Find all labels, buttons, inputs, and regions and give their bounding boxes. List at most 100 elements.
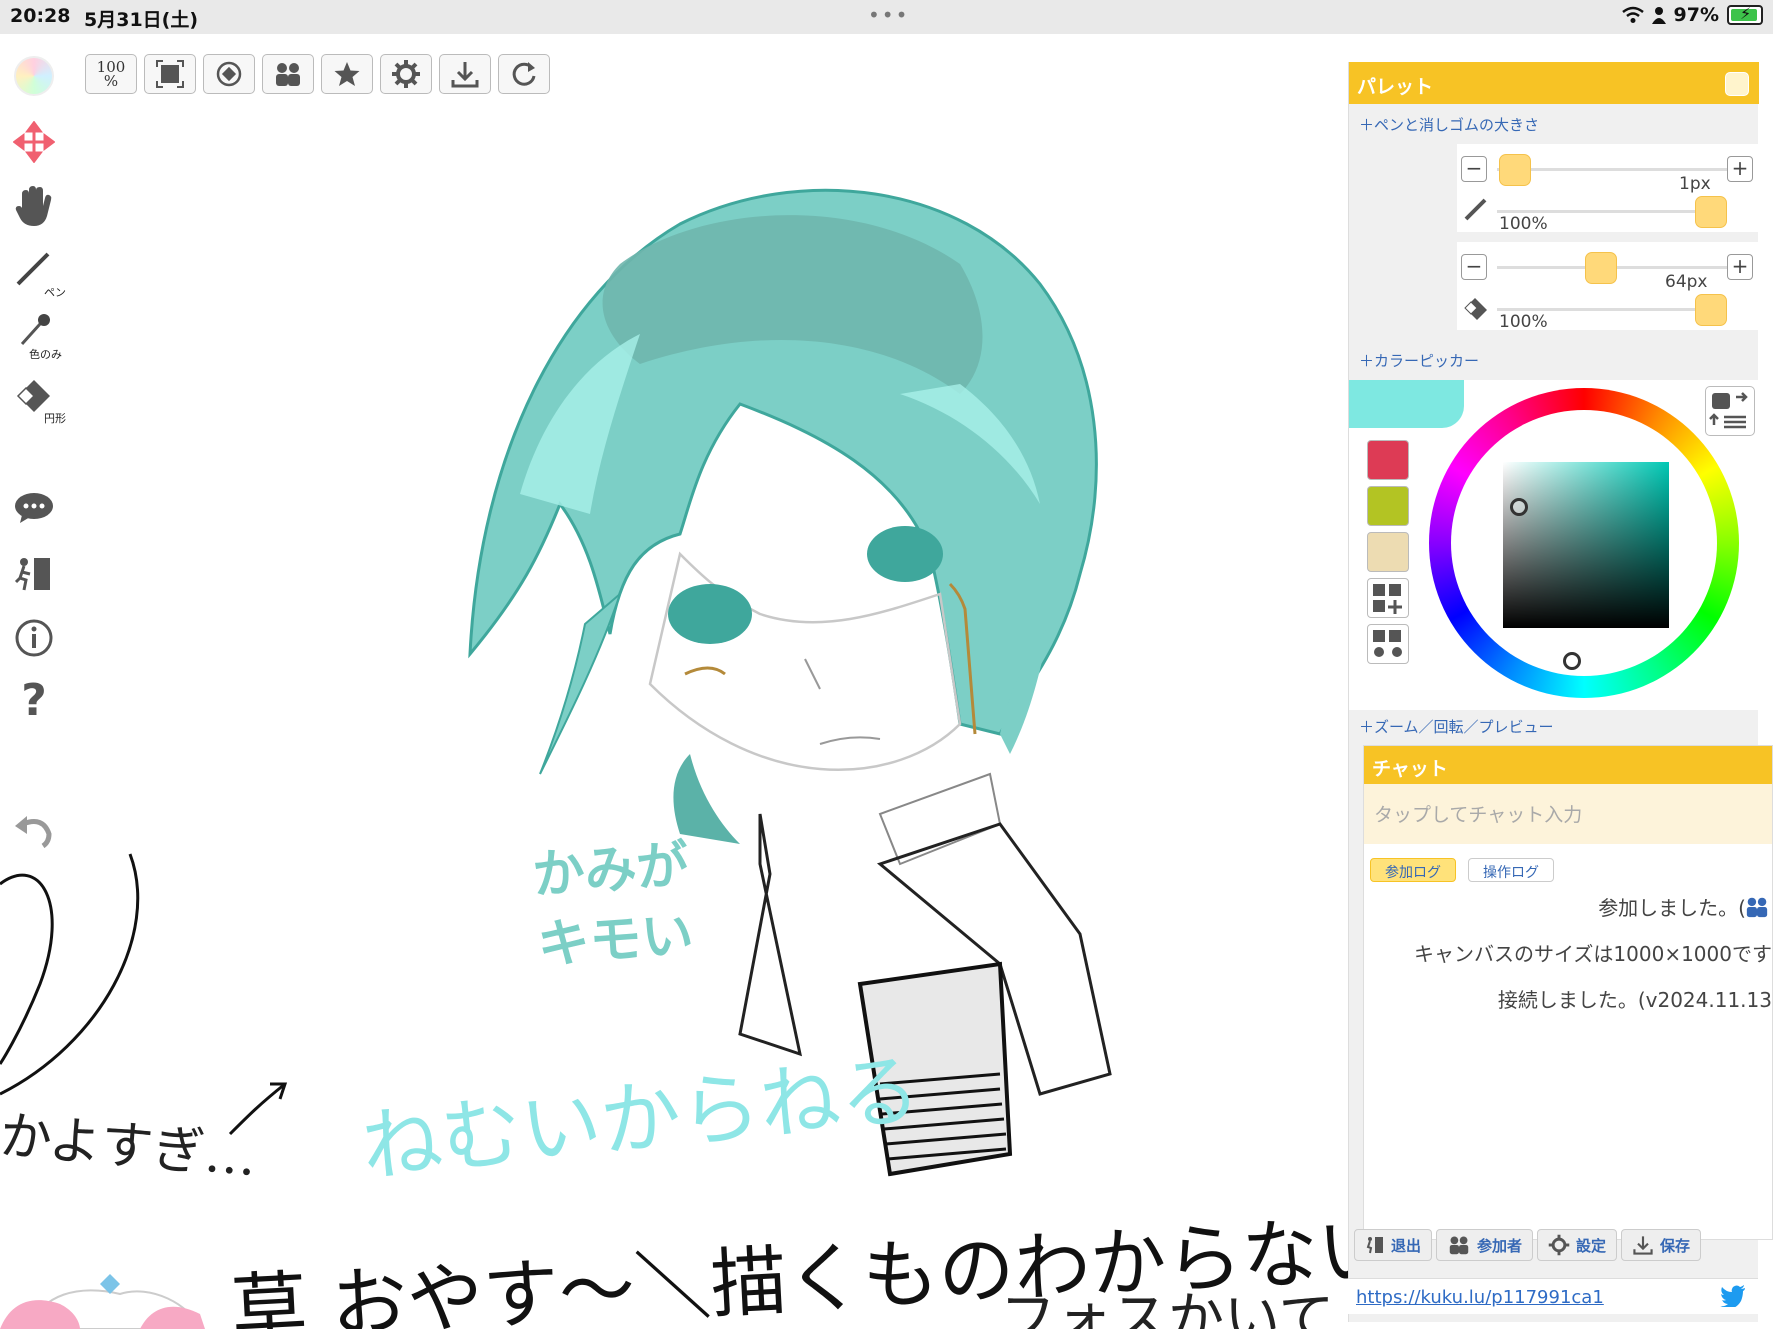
save-button[interactable]: 保存 [1621,1229,1702,1261]
participants-list-icon [1449,1236,1469,1255]
chat-message: 接続しました。(v2024.11.13 [1497,988,1772,1012]
fit-screen-button[interactable] [144,54,196,94]
eraser-size-knob[interactable] [1585,252,1617,284]
eraser-size-plus-button[interactable]: + [1727,254,1753,280]
status-bar: 20:28 5月31日(土) ••• 97% ⚡ [0,0,1773,34]
chat-title: チャット [1372,758,1448,780]
redo-button[interactable] [498,54,550,94]
status-time: 20:28 [10,5,71,27]
room-url-link[interactable]: https://kuku.lu/p117991ca1 [1356,1287,1604,1308]
current-color-swatch[interactable] [1349,380,1464,428]
undo-icon[interactable] [10,806,58,854]
pen-size-box: − + 1px 100% [1457,144,1759,234]
saturation-value-square[interactable] [1503,462,1669,628]
participants-small-icon [1746,897,1768,918]
swatch-beige[interactable] [1367,532,1409,572]
participants-list-button[interactable]: 参加者 [1436,1229,1534,1261]
hand-icon[interactable] [10,182,58,230]
participants-icon [276,63,300,86]
eraser-opacity-knob[interactable] [1695,294,1727,326]
color-picker [1349,380,1759,710]
eraser-small-icon [1464,298,1487,320]
zoom-100-button[interactable]: 100 % [85,54,137,94]
download-icon [451,62,479,88]
swap-swatch-button[interactable] [1367,624,1409,664]
chat-panel: チャット タップしてチャット入力 参加ログ 操作ログ 参加しました。( キャンバ… [1363,745,1773,1240]
swap-swatch-icon [1373,630,1402,657]
zoom-rotate-preview-section[interactable]: ＋ズーム／回転／プレビュー [1359,716,1554,737]
sv-cursor[interactable] [1510,498,1528,516]
color-picker-section[interactable]: ＋カラーピッカー [1359,350,1479,371]
pen-size-value: 1px [1679,174,1711,194]
pen-opacity-track [1497,210,1727,213]
chat-input[interactable]: タップしてチャット入力 [1364,784,1772,844]
eraser-label: 円形 [44,412,66,425]
chat-message: 参加しました。( [1598,896,1746,920]
drawing-canvas[interactable]: かみが キモい ねむいからねる 草 おやす〜＼描くものわからない OK フォスか… [0,34,1539,1329]
settings-button[interactable] [380,54,432,94]
pen-size-track [1497,168,1727,171]
save-icon [1633,1236,1653,1255]
download-button[interactable] [439,54,491,94]
multitask-dots-icon[interactable]: ••• [868,3,909,27]
zoom-label: 100 % [96,58,126,90]
tab-operation-log[interactable]: 操作ログ [1468,858,1554,882]
participants-button[interactable] [262,54,314,94]
eraser-size-minus-button[interactable]: − [1461,254,1487,280]
color-circle-icon[interactable] [10,52,58,100]
chat-message: キャンバスのサイズは1000×1000です [1414,942,1772,966]
save-label: 保存 [1660,1236,1691,1255]
eyedropper-icon[interactable]: 色のみ [10,306,62,361]
status-date: 5月31日(土) [84,9,199,31]
exit-icon[interactable] [10,550,58,598]
person-icon [1651,7,1666,24]
top-toolbar: 100 % [85,54,550,94]
info-icon[interactable] [10,614,58,662]
chat-tabs: 参加ログ 操作ログ [1370,858,1554,882]
color-mode-button[interactable] [1705,386,1755,436]
battery-icon: ⚡ [1727,4,1763,25]
exit-button[interactable]: 退出 [1354,1229,1433,1261]
wifi-icon [1621,6,1644,23]
fit-screen-icon [156,60,184,88]
rotate-icon [216,61,242,87]
palette-title: パレット [1357,76,1434,98]
battery-percent: 97% [1673,4,1719,26]
move-icon[interactable] [10,118,58,166]
settings-label: 設定 [1576,1236,1607,1255]
palette-header[interactable]: パレット [1349,62,1759,104]
eraser-opacity-value: 100% [1499,312,1548,332]
rotate-reset-button[interactable] [203,54,255,94]
eraser-size-box: − + 64px 100% [1457,242,1759,332]
exit-small-icon [1366,1237,1383,1254]
hue-cursor[interactable] [1563,652,1581,670]
twitter-icon[interactable] [1720,1285,1746,1307]
pen-eraser-size-section[interactable]: ＋ペンと消しゴムの大きさ [1359,114,1539,135]
chat-bubble-icon[interactable] [10,484,58,532]
swatch-olive[interactable] [1367,486,1409,526]
redo-icon [512,62,536,86]
favorite-button[interactable] [321,54,373,94]
palette-toggle-checkbox[interactable] [1725,72,1749,96]
room-url-bar: https://kuku.lu/p117991ca1 [1348,1278,1758,1314]
eyedropper-label: 色のみ [29,348,62,361]
pen-size-plus-button[interactable]: + [1727,156,1753,182]
swatch-red[interactable] [1367,440,1409,480]
chat-header[interactable]: チャット [1364,746,1772,784]
add-swatch-button[interactable] [1367,578,1409,618]
pen-icon[interactable]: ペン [10,244,66,299]
tab-join-log[interactable]: 参加ログ [1370,858,1456,882]
settings-small-icon [1548,1234,1570,1256]
room-settings-button[interactable]: 設定 [1537,1229,1618,1261]
bottom-action-bar: 退出 参加者 設定 保存 [1348,1229,1758,1265]
star-icon [334,62,360,86]
gear-icon [392,60,420,88]
app-root: 20:28 5月31日(土) ••• 97% ⚡ かみが キモい ねむいからねる… [0,0,1773,1329]
participants-label: 参加者 [1477,1236,1523,1255]
eraser-icon[interactable]: 円形 [10,370,66,425]
pen-size-minus-button[interactable]: − [1461,156,1487,182]
eraser-opacity-track [1497,308,1727,311]
help-icon[interactable]: ? [10,675,58,726]
pen-opacity-knob[interactable] [1695,196,1727,228]
pen-size-knob[interactable] [1499,154,1531,186]
